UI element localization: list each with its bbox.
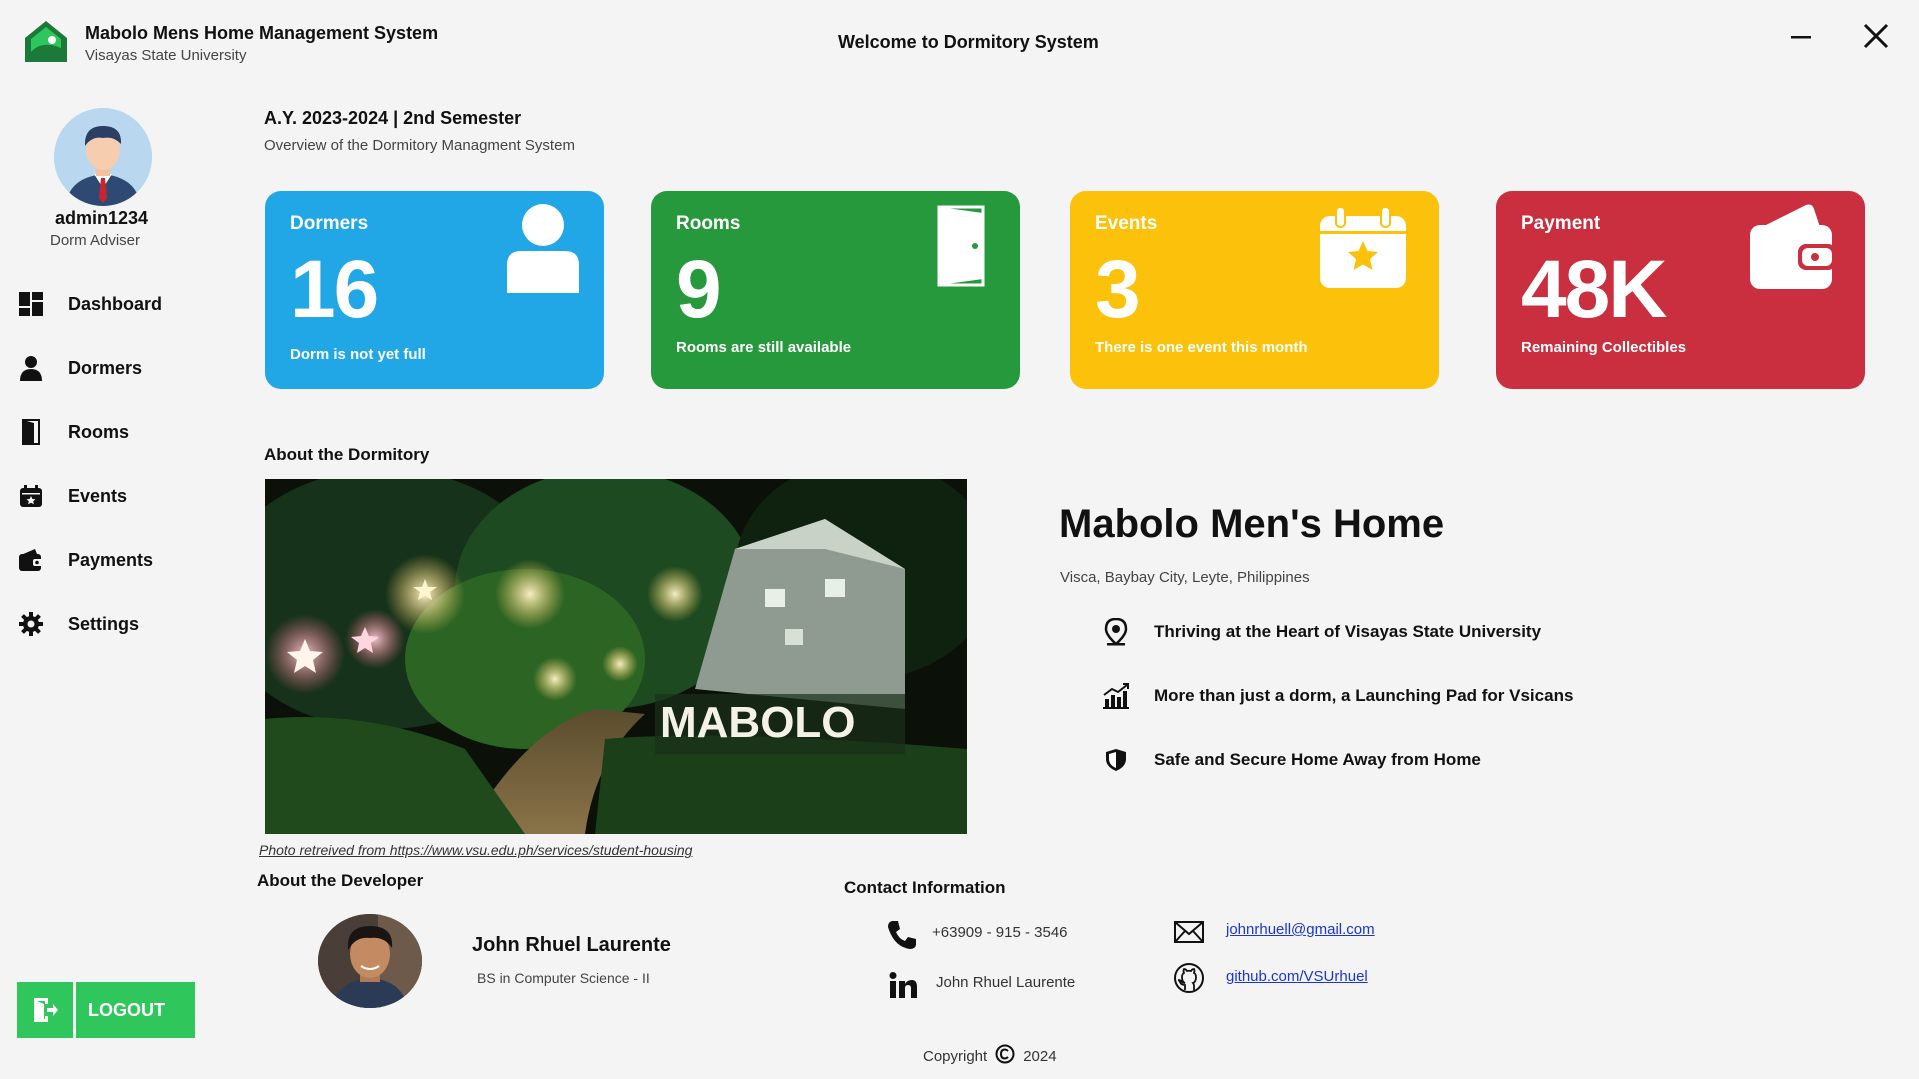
- about-dormitory-title: About the Dormitory: [264, 445, 430, 464]
- events-card[interactable]: Events 3 There is one event this month: [1070, 191, 1439, 389]
- card-subtitle: There is one event this month: [1095, 339, 1308, 356]
- copyright: Copyright 2024: [923, 1044, 1057, 1068]
- developer-name: John Rhuel Laurente: [472, 934, 671, 956]
- sidebar-item-dashboard[interactable]: Dashboard: [14, 284, 224, 324]
- github-icon: [1171, 960, 1207, 996]
- door-icon: [937, 205, 989, 292]
- gear-icon: [14, 607, 48, 641]
- payment-card[interactable]: Payment 48K Remaining Collectibles: [1496, 191, 1865, 389]
- phone-number: +63909 - 915 - 3546: [932, 924, 1068, 941]
- sidebar-item-dormers[interactable]: Dormers: [14, 348, 224, 388]
- sidebar-item-label: Dormers: [68, 357, 143, 378]
- feature-item: Thriving at the Heart of Visayas State U…: [1098, 617, 1541, 647]
- sidebar-item-payments[interactable]: Payments: [14, 540, 224, 580]
- location-pin-icon: [1098, 617, 1134, 647]
- sidebar-item-settings[interactable]: Settings: [14, 604, 224, 644]
- overview-text: Overview of the Dormitory Managment Syst…: [264, 137, 575, 154]
- github-link[interactable]: github.com/VSUrhuel: [1226, 968, 1368, 985]
- app-logo: [22, 18, 70, 66]
- card-value: 16: [290, 244, 379, 335]
- dashboard-icon: [14, 287, 48, 321]
- calendar-icon: [14, 479, 48, 513]
- sidebar-item-label: Rooms: [68, 421, 130, 442]
- dorm-location: Visca, Baybay City, Leyte, Philippines: [1060, 569, 1310, 586]
- feature-item: Safe and Secure Home Away from Home: [1098, 745, 1481, 775]
- user-role: Dorm Adviser: [49, 232, 141, 249]
- sidebar-item-rooms[interactable]: Rooms: [14, 412, 224, 452]
- wallet-icon: [1748, 201, 1836, 296]
- app-title: Mabolo Mens Home Management System: [85, 23, 439, 43]
- minimize-button[interactable]: [1781, 16, 1821, 56]
- rooms-card[interactable]: Rooms 9 Rooms are still available: [651, 191, 1020, 389]
- sidebar-item-events[interactable]: Events: [14, 476, 224, 516]
- feature-label: Safe and Secure Home Away from Home: [1154, 750, 1481, 769]
- calendar-star-icon: [1318, 206, 1408, 295]
- growth-chart-icon: [1098, 681, 1134, 711]
- card-value: 9: [676, 244, 722, 335]
- person-icon: [505, 203, 581, 300]
- academic-year: A.Y. 2023-2024 | 2nd Semester: [264, 108, 522, 128]
- logout-label: LOGOUT: [76, 982, 195, 1038]
- close-button[interactable]: [1856, 16, 1896, 56]
- card-value: 48K: [1521, 244, 1667, 335]
- linkedin-name[interactable]: John Rhuel Laurente: [936, 974, 1075, 991]
- photo-sign-text: MABOLO: [660, 698, 856, 747]
- avatar: [54, 108, 152, 206]
- card-subtitle: Rooms are still available: [676, 339, 852, 356]
- card-title: Payment: [1521, 213, 1601, 234]
- card-title: Dormers: [290, 213, 369, 234]
- welcome-title: Welcome to Dormitory System: [838, 32, 1099, 52]
- developer-photo: [318, 914, 422, 1008]
- copyright-year: 2024: [1023, 1047, 1057, 1065]
- copyright-label: Copyright: [923, 1047, 988, 1065]
- about-developer-title: About the Developer: [257, 871, 424, 890]
- card-subtitle: Dorm is not yet full: [290, 346, 426, 363]
- shield-icon: [1098, 745, 1134, 775]
- dormers-card[interactable]: Dormers 16 Dorm is not yet full: [265, 191, 604, 389]
- email-link[interactable]: johnrhuell@gmail.com: [1226, 921, 1375, 938]
- user-name: admin1234: [54, 208, 149, 228]
- wallet-icon: [14, 543, 48, 577]
- card-title: Rooms: [676, 213, 741, 234]
- door-icon: [14, 415, 48, 449]
- feature-label: More than just a dorm, a Launching Pad f…: [1154, 686, 1574, 705]
- photo-credit-link[interactable]: Photo retreived from https://www.vsu.edu…: [259, 842, 692, 858]
- person-icon: [14, 351, 48, 385]
- sidebar-item-label: Payments: [68, 549, 154, 570]
- phone-icon: [884, 917, 920, 953]
- dorm-name: Mabolo Men's Home: [1059, 502, 1445, 546]
- feature-label: Thriving at the Heart of Visayas State U…: [1154, 622, 1542, 641]
- contact-title: Contact Information: [844, 878, 1006, 897]
- sidebar-item-label: Settings: [68, 613, 140, 634]
- sidebar-item-label: Events: [68, 485, 128, 506]
- app-subtitle: Visayas State University: [85, 47, 247, 64]
- close-icon: [1863, 23, 1889, 49]
- logout-icon: [17, 982, 76, 1038]
- card-title: Events: [1095, 213, 1158, 234]
- dormitory-photo: MABOLO: [265, 479, 967, 834]
- developer-course: BS in Computer Science - II: [477, 970, 650, 986]
- copyright-icon: [995, 1044, 1015, 1068]
- linkedin-icon[interactable]: [885, 967, 921, 1003]
- card-value: 3: [1095, 244, 1141, 335]
- card-subtitle: Remaining Collectibles: [1521, 339, 1687, 356]
- minimize-icon: [1791, 36, 1811, 39]
- sidebar-item-label: Dashboard: [68, 293, 163, 314]
- mail-icon: [1171, 914, 1207, 950]
- feature-item: More than just a dorm, a Launching Pad f…: [1098, 681, 1573, 711]
- logout-button[interactable]: LOGOUT: [17, 982, 195, 1038]
